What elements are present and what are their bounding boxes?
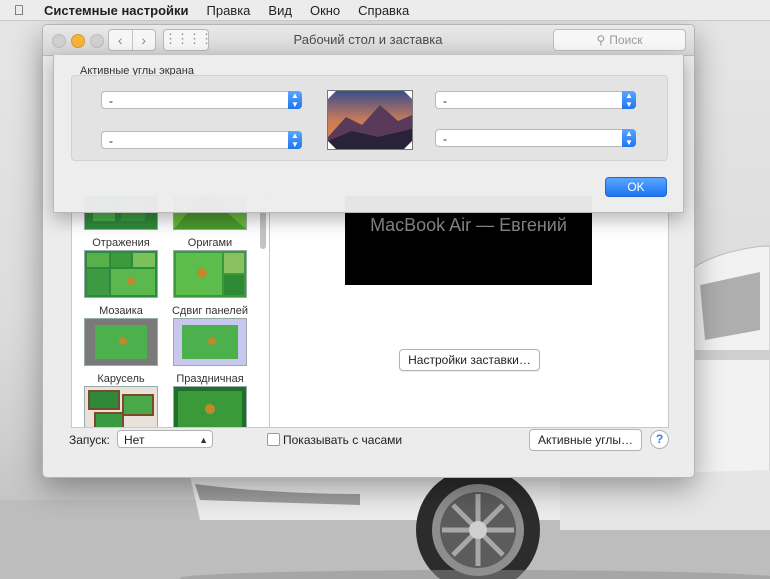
screensaver-options-button[interactable]: Настройки заставки… bbox=[399, 349, 540, 371]
screensaver-thumbnail bbox=[173, 250, 247, 298]
search-placeholder: Поиск bbox=[609, 33, 643, 47]
chevron-left-icon[interactable]: ‹ bbox=[109, 30, 133, 50]
close-button[interactable] bbox=[52, 34, 66, 48]
screensaver-label: Сдвиг панелей bbox=[171, 305, 248, 317]
bottom-left-corner-select[interactable]: - ▲ ▼ bbox=[101, 131, 302, 149]
bottom-left-corner-value: - bbox=[109, 134, 113, 148]
updown-arrows-icon: ▲ bbox=[199, 435, 208, 445]
screensaver-tile[interactable]: Праздничная bbox=[165, 318, 255, 385]
screensaver-tile[interactable] bbox=[76, 386, 166, 427]
menu-help[interactable]: Справка bbox=[349, 3, 418, 18]
list-scrollbar[interactable] bbox=[257, 195, 268, 426]
updown-arrows-icon: ▲ ▼ bbox=[622, 91, 636, 109]
search-icon: ⚲ bbox=[596, 33, 606, 47]
menu-view[interactable]: Вид bbox=[259, 3, 301, 18]
screensaver-thumbnail bbox=[84, 318, 158, 366]
ok-button[interactable]: OK bbox=[605, 177, 667, 197]
screensaver-thumbnail bbox=[84, 250, 158, 298]
hot-corners-sheet: Активные углы экрана - ▲ ▼ - ▲ ▼ - ▲ ▼ - ▲ ▼ bbox=[53, 55, 684, 213]
chevron-right-icon[interactable]: › bbox=[133, 30, 156, 50]
menu-app-name[interactable]: Системные настройки bbox=[38, 3, 198, 18]
nav-buttons: ‹ › bbox=[108, 29, 156, 51]
show-clock-checkbox[interactable] bbox=[267, 433, 280, 446]
updown-arrows-icon: ▲ ▼ bbox=[288, 131, 302, 149]
window-title: Рабочий стол и заставка bbox=[293, 32, 443, 47]
top-left-corner-select[interactable]: - ▲ ▼ bbox=[101, 91, 302, 109]
updown-arrows-icon: ▲ ▼ bbox=[288, 91, 302, 109]
screensaver-label: Отражения bbox=[92, 237, 150, 249]
screensaver-label: Карусель bbox=[97, 373, 145, 385]
screensaver-tile[interactable] bbox=[165, 386, 255, 427]
hot-corners-button[interactable]: Активные углы… bbox=[529, 429, 642, 451]
menu-window[interactable]: Окно bbox=[301, 3, 349, 18]
bottom-controls: Запуск: Нет ▲ Показывать с часами Активн… bbox=[43, 425, 694, 455]
updown-arrows-icon: ▲ ▼ bbox=[622, 129, 636, 147]
show-clock-label[interactable]: Показывать с часами bbox=[283, 433, 402, 447]
screensaver-tile[interactable]: Мозаика bbox=[76, 250, 166, 317]
screensaver-thumbnail bbox=[173, 386, 247, 427]
screensaver-label: Мозаика bbox=[99, 305, 143, 317]
bottom-right-corner-select[interactable]: - ▲ ▼ bbox=[435, 129, 636, 147]
screensaver-tile[interactable]: Сдвиг панелей bbox=[165, 250, 255, 317]
menu-bar:  Системные настройки Правка Вид Окно Сп… bbox=[0, 0, 770, 21]
screensaver-tile[interactable]: Карусель bbox=[76, 318, 166, 385]
preview-panel: MacBook Air — Евгений Настройки заставки… bbox=[269, 195, 669, 428]
desktop-corners-preview bbox=[327, 90, 413, 150]
scrollbar-thumb[interactable] bbox=[260, 207, 266, 249]
help-button[interactable]: ? bbox=[650, 430, 669, 449]
bottom-right-corner-value: - bbox=[443, 132, 447, 146]
apple-logo-icon[interactable]:  bbox=[0, 2, 38, 18]
top-left-corner-value: - bbox=[109, 94, 113, 108]
screensaver-thumbnail bbox=[84, 386, 158, 427]
start-label: Запуск: bbox=[69, 433, 110, 447]
screensaver-list[interactable]: Отражения Оригами Мозаика Сдвиг панелей … bbox=[71, 195, 270, 428]
grid-icon[interactable]: ⋮⋮⋮⋮ bbox=[163, 29, 213, 51]
start-after-select[interactable]: Нет ▲ bbox=[117, 430, 213, 448]
minimize-button[interactable] bbox=[71, 34, 85, 48]
title-bar: ‹ › ⋮⋮⋮⋮ Рабочий стол и заставка ⚲ Поиск bbox=[43, 25, 694, 56]
top-right-corner-value: - bbox=[443, 94, 447, 108]
top-right-corner-select[interactable]: - ▲ ▼ bbox=[435, 91, 636, 109]
start-after-value: Нет bbox=[124, 433, 145, 447]
screensaver-label: Оригами bbox=[187, 237, 233, 249]
menu-edit[interactable]: Правка bbox=[198, 3, 260, 18]
search-field[interactable]: ⚲ Поиск bbox=[553, 29, 686, 51]
zoom-button[interactable] bbox=[90, 34, 104, 48]
screensaver-thumbnail bbox=[173, 318, 247, 366]
preview-computer-name: MacBook Air — Евгений bbox=[370, 215, 567, 235]
screensaver-label: Праздничная bbox=[176, 373, 244, 385]
